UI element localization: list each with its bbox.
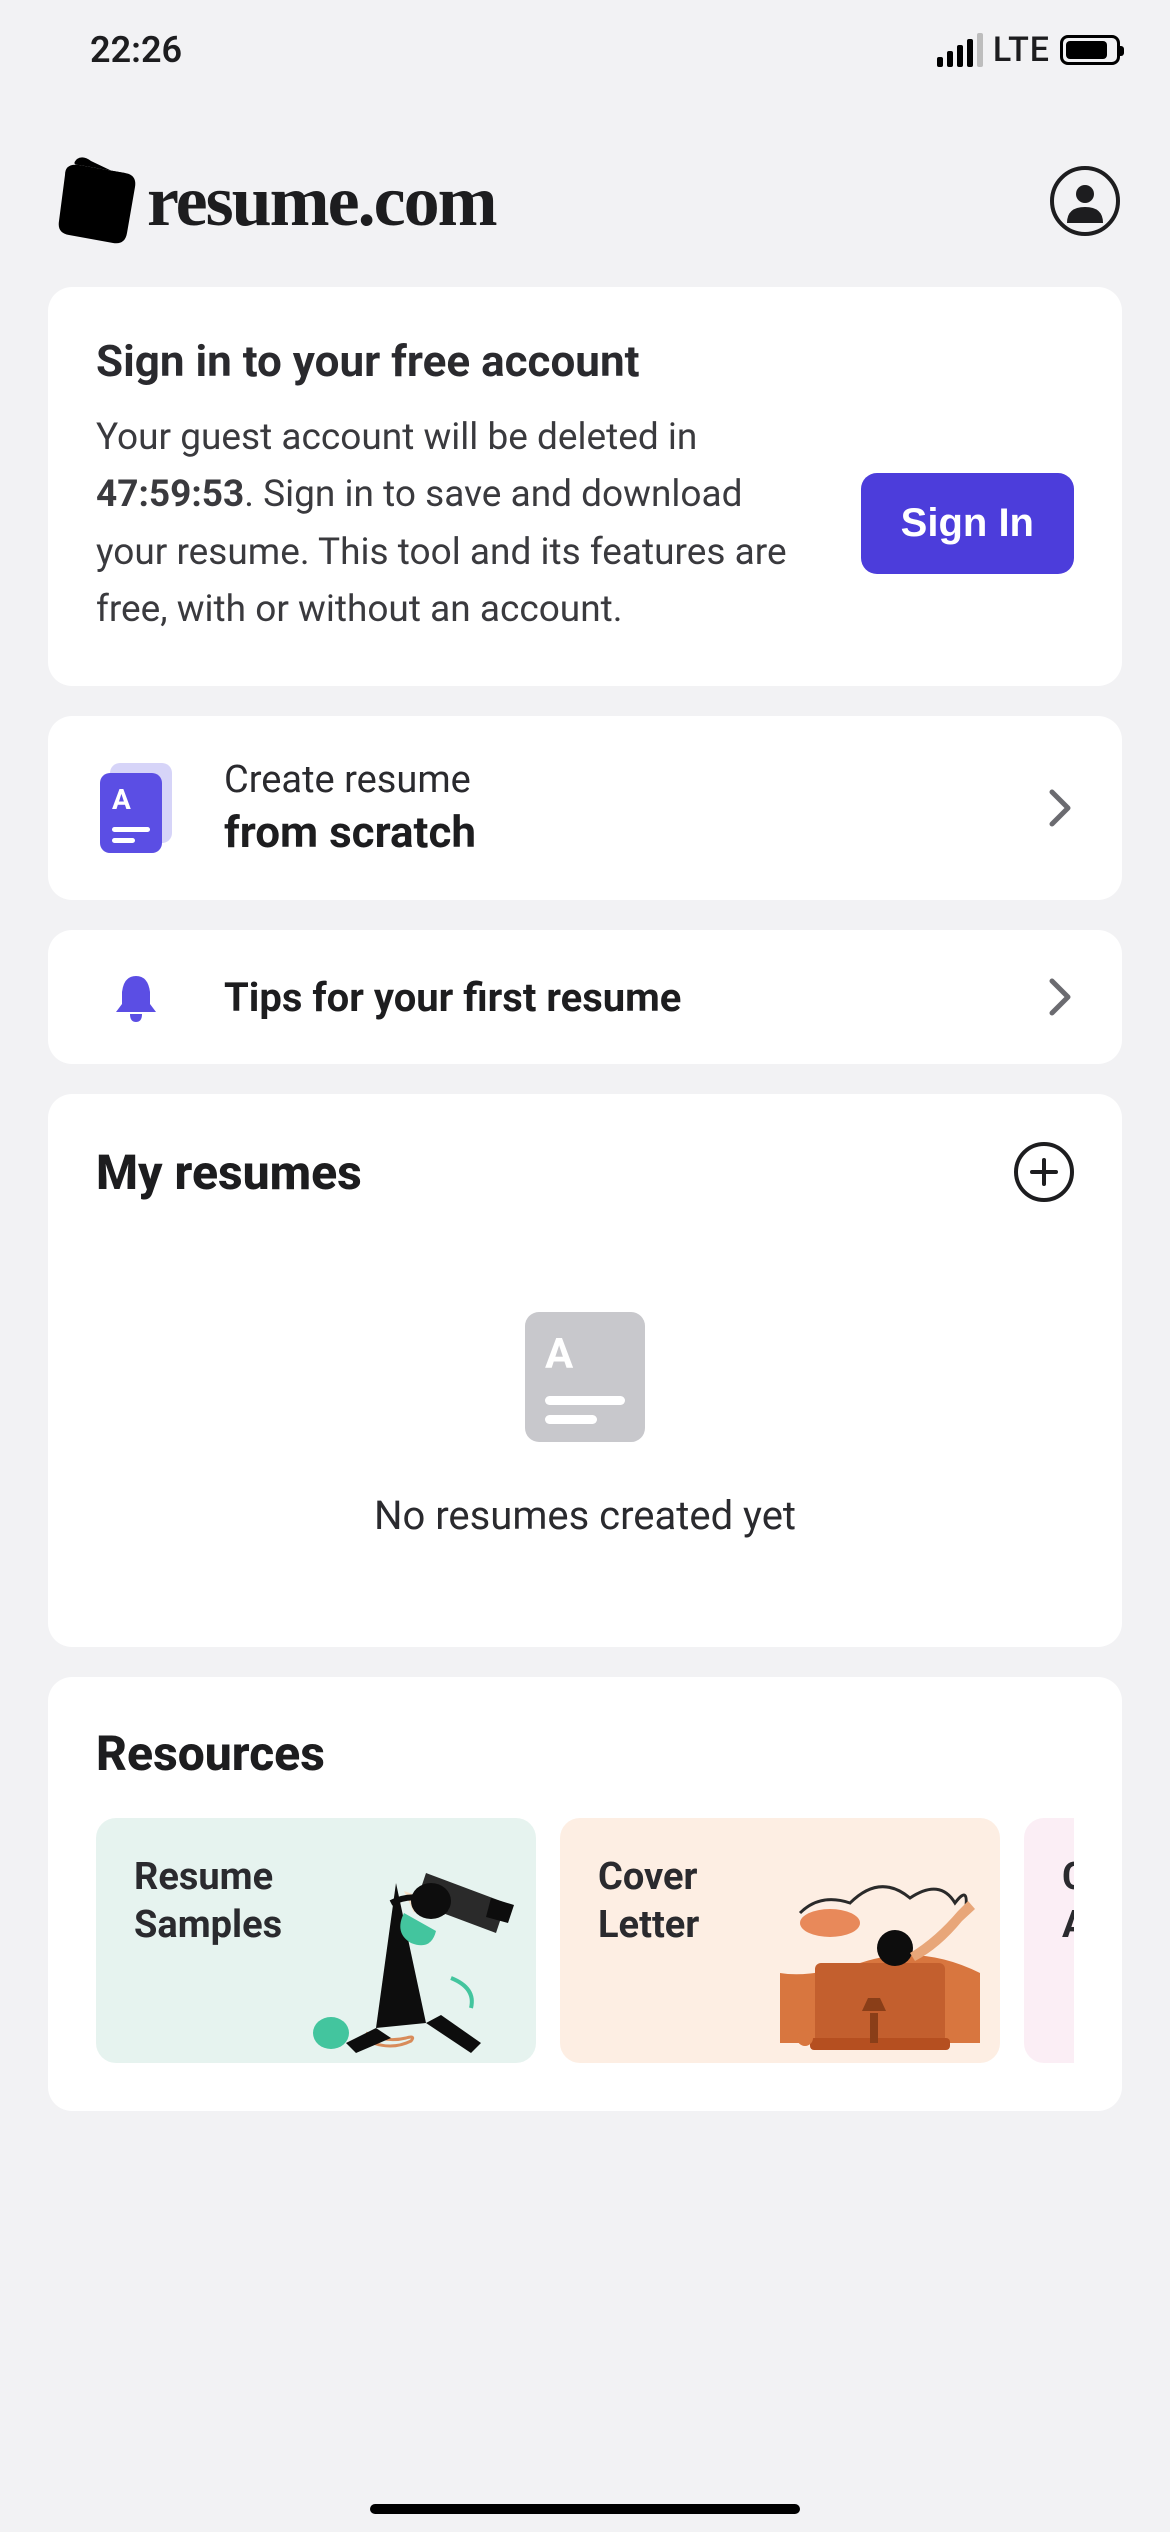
app-header: resume.com [0, 100, 1170, 287]
signin-card: Sign in to your free account Your guest … [48, 287, 1122, 686]
logo-text: resume.com [147, 160, 496, 243]
status-right: LTE [937, 30, 1120, 70]
resources-scroll[interactable]: Resume Samples Cover Letter [96, 1818, 1074, 2063]
battery-icon [1060, 35, 1120, 65]
my-resumes-title: My resumes [96, 1144, 362, 1201]
add-resume-button[interactable] [1014, 1142, 1074, 1202]
bell-icon [114, 972, 158, 1022]
resource-resume-samples[interactable]: Resume Samples [96, 1818, 536, 2063]
resource-label: Resume Samples [134, 1854, 498, 1949]
network-label: LTE [993, 30, 1050, 70]
create-resume-card[interactable]: A Create resume from scratch [48, 716, 1122, 900]
signin-button[interactable]: Sign In [861, 473, 1074, 574]
profile-button[interactable] [1050, 166, 1120, 236]
chevron-right-icon [1046, 977, 1074, 1017]
status-time: 22:26 [90, 29, 182, 71]
user-icon [1063, 179, 1107, 223]
resources-title: Resources [96, 1725, 1074, 1782]
tips-card[interactable]: Tips for your first resume [48, 930, 1122, 1064]
signin-title: Sign in to your free account [96, 335, 1074, 387]
logo-icon [55, 155, 143, 247]
resource-career-advice[interactable]: Ca Ad [1024, 1818, 1074, 2063]
resource-label: Cover Letter [598, 1854, 962, 1949]
tips-title: Tips for your first resume [224, 974, 998, 1021]
document-icon: A [100, 763, 172, 853]
app-logo: resume.com [55, 155, 496, 247]
chevron-right-icon [1046, 788, 1074, 828]
cellular-signal-icon [937, 33, 983, 67]
status-bar: 22:26 LTE [0, 0, 1170, 100]
countdown-timer: 47:59:53 [96, 473, 244, 516]
empty-text: No resumes created yet [96, 1492, 1074, 1539]
resources-card: Resources Resume Samples Cover Letter [48, 1677, 1122, 2111]
plus-icon [1028, 1156, 1060, 1188]
resource-cover-letter[interactable]: Cover Letter [560, 1818, 1000, 2063]
signin-description: Your guest account will be deleted in 47… [96, 409, 821, 638]
my-resumes-card: My resumes A No resumes created yet [48, 1094, 1122, 1647]
home-indicator[interactable] [370, 2504, 800, 2514]
empty-state: A No resumes created yet [96, 1222, 1074, 1599]
create-pretitle: Create resume [224, 758, 998, 802]
empty-document-icon: A [525, 1312, 645, 1442]
create-title: from scratch [224, 806, 998, 858]
